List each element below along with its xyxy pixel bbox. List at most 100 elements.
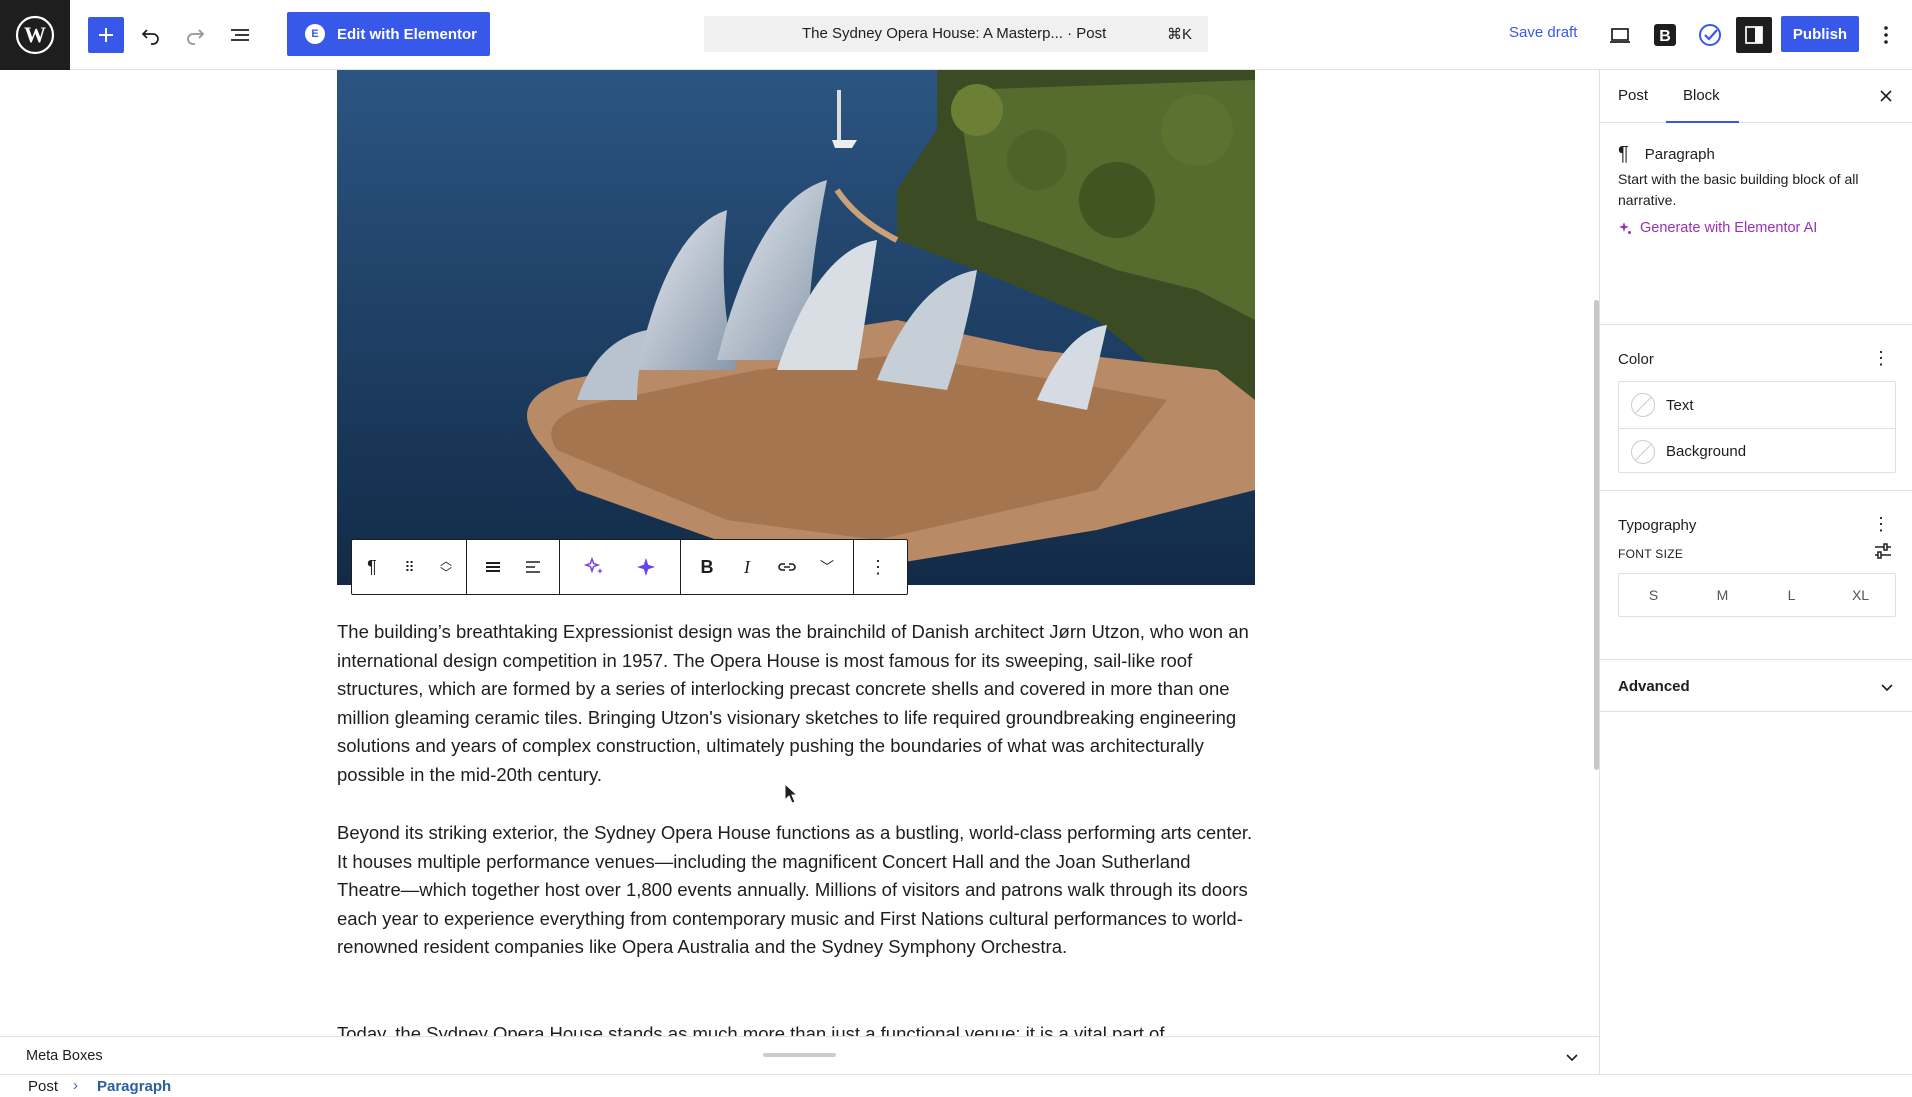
move-up-down-icon[interactable]: ︿ ﹀ (426, 540, 466, 594)
font-size-s[interactable]: S (1619, 574, 1688, 616)
font-size-label: FONT SIZE (1618, 547, 1684, 561)
options-icon[interactable]: ⋮ (858, 540, 898, 594)
svg-text:W: W (24, 22, 46, 47)
background-color-option[interactable]: Background (1619, 428, 1895, 474)
close-icon (1880, 90, 1892, 102)
close-sidebar-button[interactable] (1872, 82, 1900, 110)
resize-handle[interactable] (763, 1053, 836, 1057)
breadcrumb-current[interactable]: Paragraph (97, 1078, 171, 1095)
list-view-button[interactable] (222, 17, 258, 53)
preview-button[interactable] (1602, 17, 1638, 53)
chevron-down-icon (1881, 684, 1893, 692)
plugin-b-button[interactable]: B (1647, 17, 1683, 53)
color-options-box: Text Background (1618, 381, 1896, 473)
performance-check-button[interactable] (1692, 17, 1728, 53)
editor-canvas: ¶ ⠿ ︿ ﹀ B I ﹀ ⋮ The building’s breathtak… (0, 70, 1600, 1036)
paragraph-icon: ¶ (1618, 143, 1629, 165)
desktop-preview-icon (1610, 28, 1630, 43)
empty-swatch-icon (1631, 393, 1655, 417)
block-description: Start with the basic building block of a… (1618, 171, 1859, 208)
toolbar-group-ai (560, 540, 681, 594)
plugin-b-icon: B (1654, 24, 1676, 46)
toolbar-group-align (467, 540, 560, 594)
paragraph-block-1[interactable]: The building’s breathtaking Expressionis… (337, 618, 1257, 789)
meta-boxes-label: Meta Boxes (26, 1048, 103, 1064)
block-name: Paragraph (1644, 146, 1715, 163)
font-size-picker: S M L XL (1618, 573, 1896, 617)
font-size-m[interactable]: M (1688, 574, 1757, 616)
ai-sparkle-icon (1619, 222, 1631, 234)
empty-swatch-icon (1631, 439, 1655, 464)
tab-post[interactable]: Post (1618, 87, 1648, 104)
document-title: The Sydney Opera House: A Masterp... · P… (802, 25, 1107, 42)
add-block-button[interactable] (88, 17, 124, 53)
chevron-down-icon[interactable] (1565, 1050, 1579, 1064)
undo-button[interactable] (133, 17, 169, 53)
block-card-header: ¶ Paragraph (1618, 143, 1715, 166)
align-icon[interactable] (473, 540, 513, 594)
advanced-panel[interactable]: Advanced (1600, 660, 1912, 712)
sydney-opera-house-photo (337, 70, 1255, 585)
ai-star-icon[interactable] (620, 540, 672, 594)
link-icon[interactable] (767, 540, 807, 594)
color-panel: Color ⋮ Text Background (1600, 325, 1912, 491)
plus-icon (99, 28, 113, 42)
block-toolbar: ¶ ⠿ ︿ ﹀ B I ﹀ ⋮ (351, 539, 908, 595)
wordpress-logo-icon[interactable]: W (0, 0, 70, 70)
paragraph-icon[interactable]: ¶ (352, 540, 392, 594)
text-color-label: Text (1666, 396, 1694, 414)
opera-house-image[interactable] (337, 70, 1255, 585)
text-color-option[interactable]: Text (1619, 382, 1895, 428)
breadcrumb-post[interactable]: Post (28, 1078, 58, 1095)
typography-panel: Typography ⋮ FONT SIZE S M L XL (1600, 491, 1912, 660)
color-options-icon[interactable]: ⋮ (1872, 348, 1890, 369)
sidebar-settings-icon (1745, 26, 1763, 44)
save-draft-button[interactable]: Save draft (1509, 24, 1577, 41)
text-align-icon[interactable] (513, 540, 553, 594)
typography-panel-title: Typography (1618, 517, 1697, 534)
redo-icon (187, 29, 205, 45)
list-view-icon (231, 29, 249, 41)
settings-sidebar: Post Block ¶ Paragraph Start with the ba… (1599, 70, 1912, 1074)
command-palette-bar[interactable]: The Sydney Opera House: A Masterp... · P… (704, 16, 1208, 52)
generate-ai-label: Generate with Elementor AI (1640, 220, 1818, 236)
italic-icon[interactable]: I (727, 540, 767, 594)
check-gauge-icon (1699, 24, 1721, 46)
settings-toggle-button[interactable] (1736, 17, 1772, 53)
generate-ai-link[interactable]: Generate with Elementor AI (1618, 220, 1817, 236)
bold-icon[interactable]: B (687, 540, 727, 594)
tab-block-label: Block (1683, 87, 1720, 104)
meta-boxes-bar[interactable]: Meta Boxes (0, 1036, 1600, 1074)
redo-button[interactable] (177, 17, 213, 53)
edit-with-elementor-button[interactable]: E Edit with Elementor (287, 12, 490, 56)
kebab-menu-icon (1884, 26, 1888, 44)
breadcrumb-separator: › (73, 1077, 78, 1094)
custom-size-icon[interactable] (1874, 543, 1892, 559)
more-options-button[interactable] (1868, 17, 1904, 53)
tab-block[interactable]: Block (1665, 87, 1738, 123)
background-color-label: Background (1666, 443, 1747, 460)
font-size-l[interactable]: L (1757, 574, 1826, 616)
svg-text:B: B (1659, 28, 1671, 45)
ai-sparkle-icon[interactable] (568, 540, 620, 594)
advanced-panel-title: Advanced (1618, 678, 1690, 695)
toolbar-group-block: ¶ ⠿ ︿ ﹀ (352, 540, 467, 594)
font-size-xl[interactable]: XL (1826, 574, 1895, 616)
typography-options-icon[interactable]: ⋮ (1872, 514, 1890, 535)
block-card: ¶ Paragraph Start with the basic buildin… (1600, 123, 1912, 325)
color-panel-title: Color (1618, 351, 1654, 368)
shortcut-hint: ⌘K (1166, 26, 1192, 43)
paragraph-block-2[interactable]: Beyond its striking exterior, the Sydney… (337, 819, 1257, 962)
toolbar-group-options: ⋮ (854, 540, 902, 594)
breadcrumb: Post › Paragraph (0, 1074, 1912, 1097)
paragraph-block-3[interactable]: Today, the Sydney Opera House stands as … (337, 1020, 1257, 1036)
elementor-icon: E (305, 24, 325, 44)
editor-top-bar: W E Edit with Elementor The Sydney Opera… (0, 0, 1912, 70)
mouse-cursor-icon (784, 783, 798, 804)
toolbar-group-format: B I ﹀ (681, 540, 854, 594)
more-chevron-icon[interactable]: ﹀ (807, 540, 847, 594)
sidebar-tabs: Post Block (1600, 70, 1912, 123)
undo-icon (141, 29, 159, 45)
publish-button[interactable]: Publish (1781, 16, 1859, 52)
drag-handle-icon[interactable]: ⠿ (392, 540, 426, 594)
